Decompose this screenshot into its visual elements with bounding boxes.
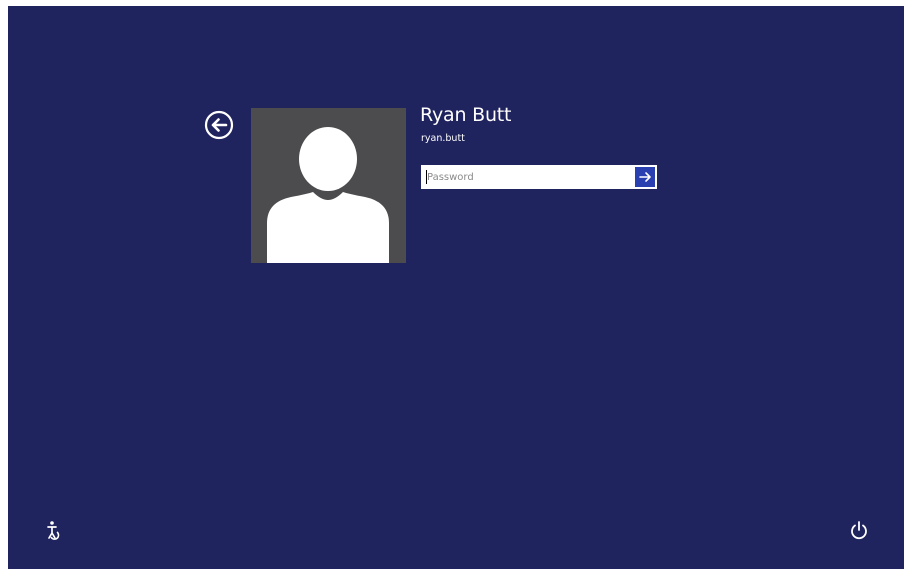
user-silhouette-icon [267,127,389,263]
right-arrow-icon [639,172,651,182]
submit-button[interactable] [635,167,655,187]
text-caret [426,170,427,184]
user-login-name: ryan.butt [421,133,465,144]
power-icon [851,521,867,540]
back-button[interactable] [204,110,234,140]
ease-of-access-icon [47,521,60,540]
user-display-name: Ryan Butt [420,104,512,126]
back-arrow-circle-icon [204,110,234,140]
password-field [421,165,657,189]
power-button[interactable] [848,519,870,541]
ease-of-access-button[interactable] [42,519,64,541]
lock-screen: Ryan Butt ryan.butt [8,6,904,569]
user-avatar [251,108,406,263]
password-input[interactable] [421,165,633,189]
